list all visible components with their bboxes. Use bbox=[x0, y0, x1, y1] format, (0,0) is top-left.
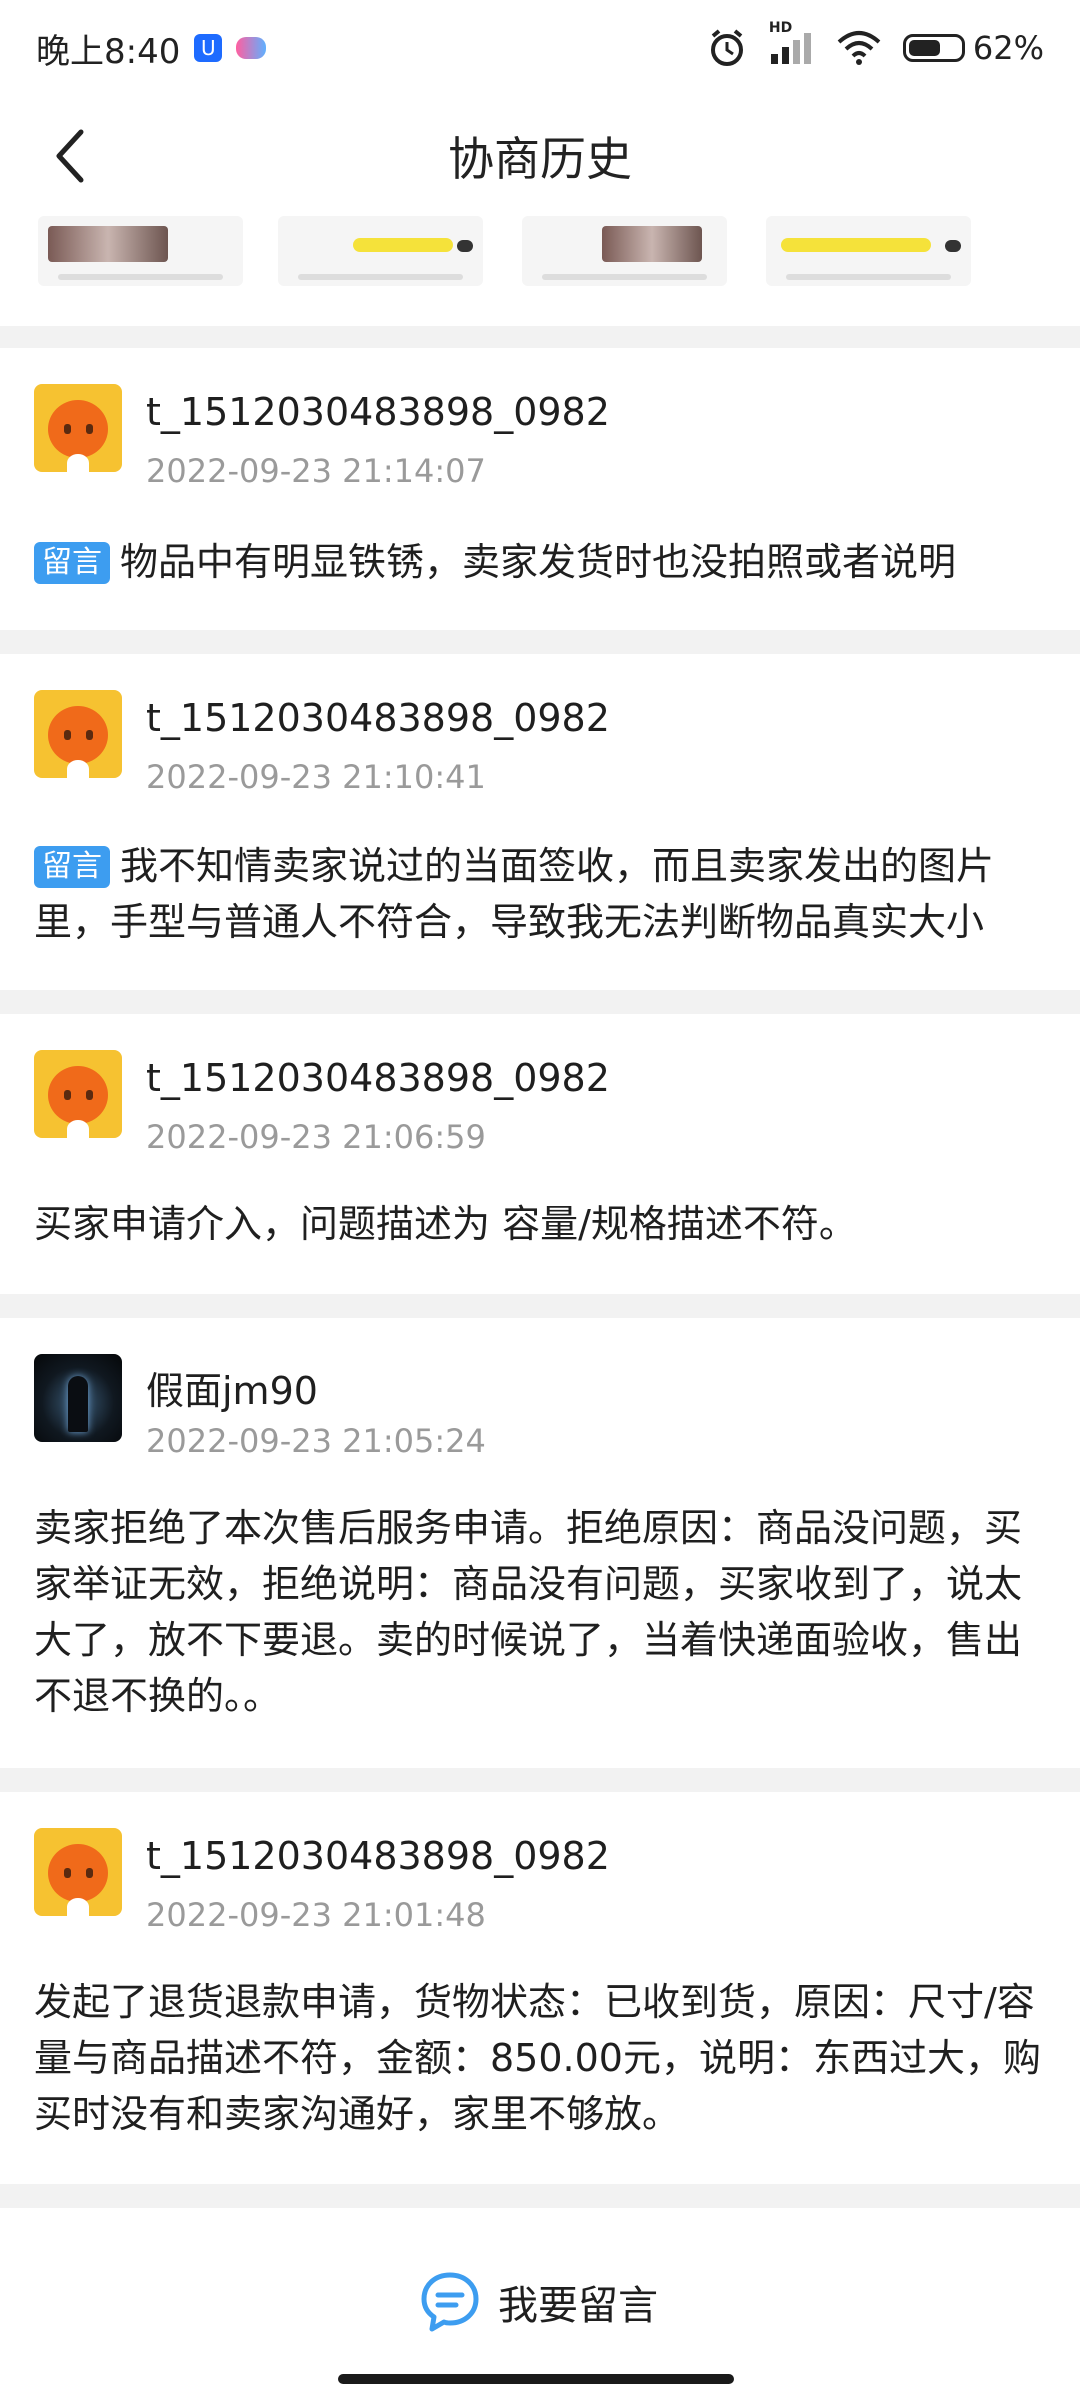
history-record: t_1512030483898_0982 2022-09-23 21:14:07… bbox=[0, 348, 1080, 630]
orange-mascot-avatar[interactable] bbox=[34, 1828, 122, 1916]
record-timestamp: 2022-09-23 21:06:59 bbox=[146, 1118, 486, 1156]
record-text: 留言 我不知情卖家说过的当面签收，而且卖家发出的图片里，手型与普通人不符合，导致我… bbox=[34, 838, 1046, 950]
leave-message-button[interactable]: 我要留言 bbox=[420, 2256, 658, 2348]
record-message: 我不知情卖家说过的当面签收，而且卖家发出的图片里，手型与普通人不符合，导致我无法… bbox=[34, 844, 995, 944]
battery-icon bbox=[902, 34, 965, 62]
shield-app-icon: U bbox=[194, 34, 223, 62]
evidence-image-strip bbox=[0, 216, 1080, 326]
alarm-clock-icon bbox=[710, 29, 743, 66]
record-message: 卖家拒绝了本次售后服务申请。拒绝原因：商品没问题，买家举证无效，拒绝说明：商品没… bbox=[34, 1506, 1023, 1718]
record-message: 买家申请介入，问题描述为 容量/规格描述不符。 bbox=[34, 1202, 857, 1246]
battery-indicator: 62% bbox=[902, 29, 1044, 67]
bottom-action-bar: 我要留言 bbox=[0, 2208, 1080, 2400]
record-username: 假面jm90 bbox=[146, 1369, 318, 1413]
leave-message-label: 我要留言 bbox=[498, 2283, 658, 2329]
orange-mascot-avatar[interactable] bbox=[34, 690, 122, 778]
record-timestamp: 2022-09-23 21:14:07 bbox=[146, 452, 486, 490]
status-bar: 晚上8:40 U HD 62% bbox=[0, 0, 1080, 96]
record-message: 发起了退货退款申请，货物状态：已收到货，原因：尺寸/容量与商品描述不符，金额：8… bbox=[34, 1980, 1041, 2136]
record-timestamp: 2022-09-23 21:05:24 bbox=[146, 1422, 486, 1460]
evidence-thumbnail[interactable] bbox=[766, 216, 971, 286]
message-tag: 留言 bbox=[34, 846, 110, 888]
game-controller-icon bbox=[236, 37, 267, 59]
history-record: 假面jm90 2022-09-23 21:05:24 卖家拒绝了本次售后服务申请… bbox=[0, 1318, 1080, 1768]
back-arrow-icon bbox=[56, 129, 84, 183]
record-message: 物品中有明显铁锈，卖家发货时也没拍照或者说明 bbox=[120, 540, 957, 584]
status-left: 晚上8:40 U bbox=[36, 24, 267, 73]
record-timestamp: 2022-09-23 21:01:48 bbox=[146, 1896, 486, 1934]
dark-figure-avatar[interactable] bbox=[34, 1354, 122, 1442]
evidence-thumbnail[interactable] bbox=[278, 216, 483, 286]
page-title: 协商历史 bbox=[448, 132, 632, 186]
status-right: HD 62% bbox=[707, 20, 1044, 68]
history-record: t_1512030483898_0982 2022-09-23 21:06:59… bbox=[0, 1014, 1080, 1294]
battery-percent: 62% bbox=[972, 29, 1044, 67]
orange-mascot-avatar[interactable] bbox=[34, 1050, 122, 1138]
record-username: t_1512030483898_0982 bbox=[146, 696, 610, 740]
home-indicator[interactable] bbox=[338, 2374, 734, 2384]
evidence-thumbnail[interactable] bbox=[38, 216, 243, 286]
evidence-thumbnail[interactable] bbox=[522, 216, 727, 286]
message-tag: 留言 bbox=[34, 542, 110, 584]
record-username: t_1512030483898_0982 bbox=[146, 1834, 610, 1878]
signal-group: HD bbox=[769, 20, 815, 66]
orange-mascot-avatar[interactable] bbox=[34, 384, 122, 472]
status-time: 晚上8:40 bbox=[36, 31, 181, 72]
record-timestamp: 2022-09-23 21:10:41 bbox=[146, 758, 486, 796]
record-text: 留言 物品中有明显铁锈，卖家发货时也没拍照或者说明 bbox=[34, 534, 1046, 590]
chat-bubble-icon bbox=[421, 2272, 479, 2332]
back-button[interactable] bbox=[36, 118, 106, 194]
navigation-header: 协商历史 bbox=[0, 96, 1080, 216]
battery-fill bbox=[908, 40, 940, 56]
history-record: t_1512030483898_0982 2022-09-23 21:01:48… bbox=[0, 1792, 1080, 2184]
wifi-icon bbox=[837, 31, 881, 65]
hd-label: HD bbox=[768, 20, 793, 36]
record-username: t_1512030483898_0982 bbox=[146, 390, 610, 434]
record-username: t_1512030483898_0982 bbox=[146, 1056, 610, 1100]
history-record: t_1512030483898_0982 2022-09-23 21:10:41… bbox=[0, 654, 1080, 990]
